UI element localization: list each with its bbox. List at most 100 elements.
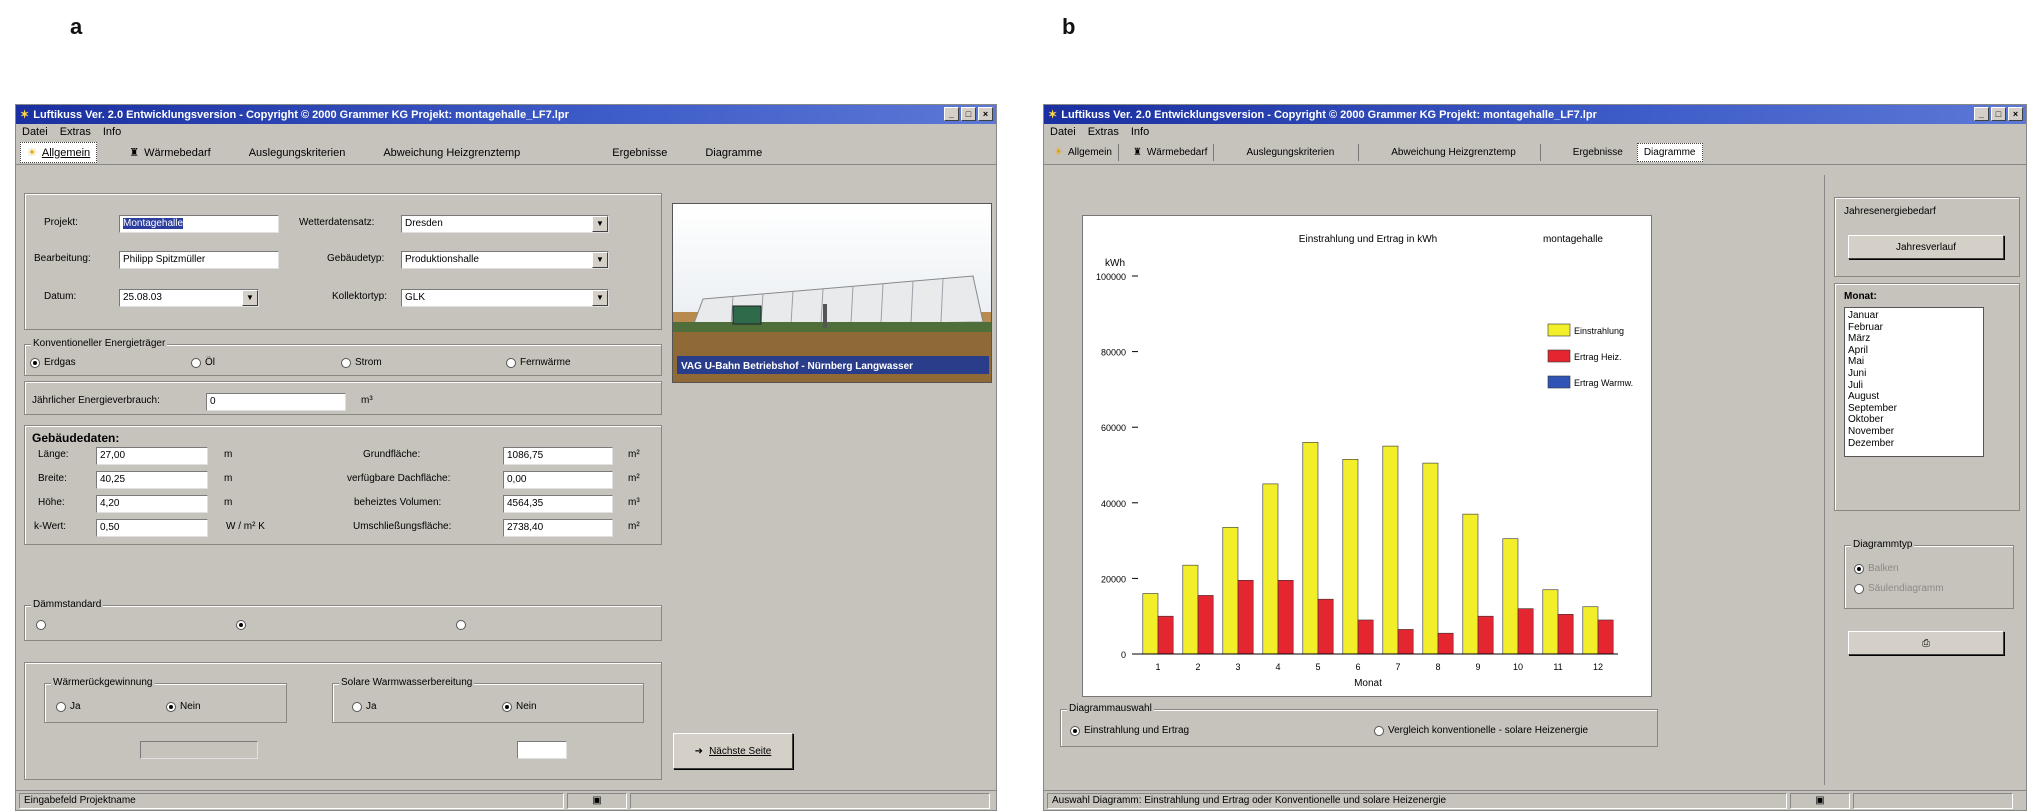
legend-label: Ertrag Warmw. bbox=[1574, 378, 1633, 388]
list-item[interactable]: November bbox=[1848, 426, 1980, 438]
maximize-button[interactable]: □ bbox=[1991, 107, 2006, 121]
hoehe-input[interactable]: 4,20 bbox=[96, 495, 208, 513]
hoehe-unit: m bbox=[224, 497, 233, 508]
umschliessung-input[interactable]: 2738,40 bbox=[503, 519, 613, 537]
radio-fernwaerme[interactable]: Fernwärme bbox=[506, 357, 571, 368]
window-a-titlebar[interactable]: ✶ Luftikuss Ver. 2.0 Entwicklungsversion… bbox=[16, 105, 996, 124]
solar-group: Solare Warmwasserbereitung bbox=[332, 677, 644, 723]
kollektor-select[interactable]: GLK ▼ bbox=[401, 289, 609, 307]
list-item[interactable]: Dezember bbox=[1848, 438, 1980, 450]
menu-extras[interactable]: Extras bbox=[1088, 126, 1119, 139]
list-item[interactable]: April bbox=[1848, 345, 1980, 357]
list-item[interactable]: März bbox=[1848, 333, 1980, 345]
tab-ergebnisse[interactable]: Ergebnisse bbox=[1549, 144, 1629, 161]
radio-waerme-ja[interactable]: Ja bbox=[56, 701, 81, 712]
close-button[interactable]: × bbox=[2008, 107, 2023, 121]
projekt-input[interactable]: Montagehalle bbox=[119, 215, 279, 233]
radio-daemm-1[interactable] bbox=[36, 620, 46, 630]
bearbeitung-input[interactable]: Philipp Spitzmüller bbox=[119, 251, 279, 269]
radio-solar-ja[interactable]: Ja bbox=[352, 701, 377, 712]
chevron-down-icon: ▼ bbox=[592, 216, 608, 232]
tab-diagramme[interactable]: Diagramme bbox=[1636, 143, 1703, 162]
print-button[interactable]: ⎙ bbox=[1848, 631, 2004, 655]
radio-saeulen[interactable]: Säulendiagramm bbox=[1854, 583, 1944, 594]
month-list[interactable]: Januar Februar März April Mai Juni Juli … bbox=[1844, 307, 1984, 457]
kwert-input[interactable]: 0,50 bbox=[96, 519, 208, 537]
menu-datei[interactable]: Datei bbox=[1050, 126, 1076, 139]
energy-legend: Konventioneller Energieträger bbox=[31, 338, 168, 349]
radio-oel[interactable]: Öl bbox=[191, 357, 215, 368]
window-a-title: Luftikuss Ver. 2.0 Entwicklungsversion -… bbox=[33, 108, 569, 121]
breite-input[interactable]: 40,25 bbox=[96, 471, 208, 489]
radio-solar-nein[interactable]: Nein bbox=[502, 701, 537, 712]
laenge-input[interactable]: 27,00 bbox=[96, 447, 208, 465]
tab-allgemein[interactable]: ☀ Allgemein bbox=[1048, 144, 1119, 161]
list-item[interactable]: Juli bbox=[1848, 380, 1980, 392]
tab-auslegungskriterien[interactable]: Auslegungskriterien bbox=[1222, 144, 1360, 161]
verbrauch-input[interactable]: 0 bbox=[206, 393, 346, 411]
sun-icon: ☀ bbox=[27, 147, 37, 159]
building-photo: VAG U-Bahn Betriebshof - Nürnberg Langwa… bbox=[672, 203, 992, 383]
menu-datei[interactable]: Datei bbox=[22, 126, 48, 139]
list-item[interactable]: Oktober bbox=[1848, 414, 1980, 426]
y-tick-label: 60000 bbox=[1101, 423, 1126, 433]
radio-waerme-nein[interactable]: Nein bbox=[166, 701, 201, 712]
list-item[interactable]: Februar bbox=[1848, 322, 1980, 334]
breite-unit: m bbox=[224, 473, 233, 484]
list-item[interactable]: August bbox=[1848, 391, 1980, 403]
grundflaeche-input[interactable]: 1086,75 bbox=[503, 447, 613, 465]
y-tick-label: 100000 bbox=[1096, 272, 1126, 282]
tab-abweichung[interactable]: Abweichung Heizgrenztemp bbox=[377, 144, 526, 162]
bar-einstrahlung bbox=[1502, 538, 1519, 655]
tab-waermebedarf[interactable]: ♜ Wärmebedarf bbox=[1127, 144, 1215, 161]
next-page-button[interactable]: ➜ Nächste Seite bbox=[673, 733, 793, 769]
radio-balken[interactable]: Balken bbox=[1854, 563, 1899, 574]
tab-abweichung[interactable]: Abweichung Heizgrenztemp bbox=[1367, 144, 1541, 161]
diagram-group-legend: Diagrammauswahl bbox=[1067, 703, 1154, 714]
menubar-b: Datei Extras Info bbox=[1044, 124, 2026, 141]
menu-info[interactable]: Info bbox=[1131, 126, 1149, 139]
tab-auslegungskriterien[interactable]: Auslegungskriterien bbox=[243, 144, 352, 162]
bar-ertrag-heiz bbox=[1237, 579, 1254, 655]
radio-daemm-2[interactable] bbox=[236, 620, 246, 630]
tab-diagramme[interactable]: Diagramme bbox=[699, 144, 768, 162]
list-item[interactable]: Juni bbox=[1848, 368, 1980, 380]
list-item[interactable]: Mai bbox=[1848, 356, 1980, 368]
datum-select[interactable]: 25.08.03 ▼ bbox=[119, 289, 259, 307]
minimize-button[interactable]: _ bbox=[1974, 107, 1989, 121]
radio-vergleich[interactable]: Vergleich konventionelle - solare Heizen… bbox=[1374, 725, 1588, 736]
volumen-input[interactable]: 4564,35 bbox=[503, 495, 613, 513]
daemm-group: Dämmstandard bbox=[24, 599, 662, 641]
app-icon: ✶ bbox=[20, 109, 30, 121]
radio-erdgas[interactable]: Erdgas bbox=[30, 357, 76, 368]
radio-strom[interactable]: Strom bbox=[341, 357, 382, 368]
tab-allgemein[interactable]: ☀ Allgemein bbox=[20, 142, 98, 163]
x-tick-label: 9 bbox=[1475, 662, 1480, 672]
radio-daemm-3[interactable] bbox=[456, 620, 466, 630]
laenge-unit: m bbox=[224, 449, 233, 460]
bar-ertrag-heiz bbox=[1477, 615, 1494, 655]
tab-ergebnisse[interactable]: Ergebnisse bbox=[606, 144, 673, 162]
legend-label: Einstrahlung bbox=[1574, 326, 1624, 336]
jahresverlauf-button[interactable]: Jahresverlauf bbox=[1848, 235, 2004, 259]
waerme-value-input bbox=[140, 741, 258, 759]
menu-extras[interactable]: Extras bbox=[60, 126, 91, 139]
bar-einstrahlung bbox=[1422, 462, 1439, 655]
wetter-select[interactable]: Dresden ▼ bbox=[401, 215, 609, 233]
window-b-titlebar[interactable]: ✶ Luftikuss Ver. 2.0 Entwicklungsversion… bbox=[1044, 105, 2026, 124]
gebaeude-select[interactable]: Produktionshalle ▼ bbox=[401, 251, 609, 269]
window-b-title: Luftikuss Ver. 2.0 Entwicklungsversion -… bbox=[1061, 108, 1597, 121]
solar-value-input[interactable] bbox=[517, 741, 567, 759]
dachflaeche-input[interactable]: 0,00 bbox=[503, 471, 613, 489]
list-item[interactable]: September bbox=[1848, 403, 1980, 415]
maximize-button[interactable]: □ bbox=[961, 107, 976, 121]
radio-einstrahlung-ertrag[interactable]: Einstrahlung und Ertrag bbox=[1070, 725, 1189, 736]
bar-einstrahlung bbox=[1142, 593, 1159, 655]
tab-waermebedarf[interactable]: ♜ Wärmebedarf bbox=[123, 143, 217, 162]
menu-info[interactable]: Info bbox=[103, 126, 121, 139]
print-icon: ⎙ bbox=[1922, 637, 1930, 649]
bar-ertrag-heiz bbox=[1517, 608, 1534, 655]
list-item[interactable]: Januar bbox=[1848, 310, 1980, 322]
minimize-button[interactable]: _ bbox=[944, 107, 959, 121]
close-button[interactable]: × bbox=[978, 107, 993, 121]
